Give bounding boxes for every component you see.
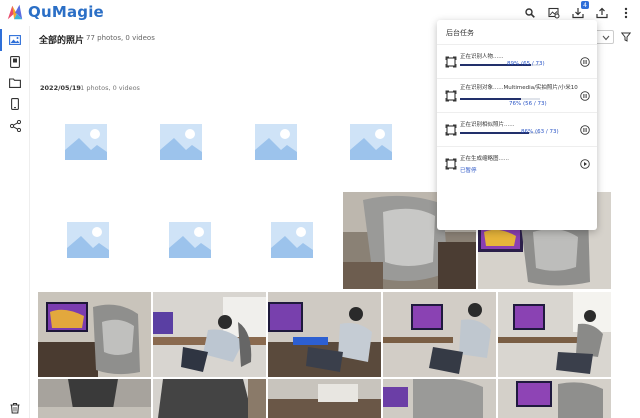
photo-thumbnail[interactable] [38, 379, 151, 418]
upload-icon [596, 7, 608, 19]
task-progress-bar [460, 98, 540, 100]
task-progress-text: 76% (56 / 73) [509, 101, 547, 107]
background-tasks-panel: 后台任务 正在识别人物...... 89% (65 / 73) 正在识别对象..… [437, 20, 597, 230]
image-placeholder-icon [350, 124, 392, 160]
photo-person-at-desk [268, 292, 381, 377]
more-icon [624, 7, 628, 19]
upload-button[interactable] [594, 5, 610, 21]
group-date: 2022/05/19 [40, 84, 81, 92]
sidebar-item-photos[interactable] [0, 29, 23, 51]
photo-person-sitting [383, 292, 496, 377]
app-logo[interactable]: QuMagie [6, 3, 104, 21]
task-name: 正在识别相似照片...... [460, 122, 515, 128]
task-count-badge: 4 [581, 1, 589, 9]
task-item: 正在识别相似照片...... 86% (63 / 73) [437, 112, 597, 146]
group-count: 21 photos, 0 videos [76, 84, 140, 92]
pause-icon[interactable] [580, 57, 590, 67]
filter-icon[interactable] [621, 32, 631, 42]
photo-placeholder[interactable] [67, 222, 109, 258]
photo-thumbnail[interactable] [153, 379, 266, 418]
task-item: 正在识别人物...... 89% (65 / 73) [437, 44, 597, 78]
photo-desk-corner [268, 379, 381, 418]
image-search-icon [548, 7, 560, 19]
task-name: 正在生成缩略图...... [460, 156, 509, 162]
task-progress-fill [460, 132, 529, 134]
task-item: 正在识别对象......Multimedia/实拍照片/小米104/芭蕉处理完毕… [437, 78, 597, 112]
panel-title: 后台任务 [446, 29, 474, 37]
more-button[interactable] [618, 5, 634, 21]
pause-icon[interactable] [580, 91, 590, 101]
image-placeholder-icon [160, 124, 202, 160]
photo-thumbnail[interactable] [38, 292, 151, 377]
image-placeholder-icon [255, 124, 297, 160]
sidebar-item-devices[interactable] [7, 96, 23, 112]
photo-thumbnail[interactable] [383, 292, 496, 377]
task-name: 正在识别对象......Multimedia/实拍照片/小米104/芭蕉处理完毕… [460, 85, 578, 91]
task-progress-text: 86% (63 / 73) [521, 129, 559, 135]
photo-thumbnail[interactable] [498, 379, 611, 418]
image-placeholder-icon [67, 222, 109, 258]
qumagie-app: QuMagie 4 全部的照片 77 photos, 0 videos 2022… [0, 0, 640, 418]
phone-icon [11, 98, 19, 110]
image-placeholder-icon [271, 222, 313, 258]
task-icon [445, 56, 457, 68]
trash-icon[interactable] [9, 402, 21, 414]
image-placeholder-icon [65, 124, 107, 160]
task-icon [445, 158, 457, 170]
photo-desk-setup [38, 292, 151, 377]
photo-placeholder[interactable] [271, 222, 313, 258]
image-search-button[interactable] [546, 5, 562, 21]
image-placeholder-icon [169, 222, 211, 258]
photo-placeholder[interactable] [350, 124, 392, 160]
search-icon [525, 8, 535, 18]
task-icon [445, 124, 457, 136]
search-button[interactable] [522, 5, 538, 21]
photo-chair-headrest [383, 379, 496, 418]
task-item: 正在生成缩略图...... 已暂停 [437, 146, 597, 180]
sidebar-item-folders[interactable] [7, 75, 23, 91]
photo-person-reclining [153, 292, 266, 377]
app-name: QuMagie [28, 3, 104, 21]
sidebar-item-shared[interactable] [7, 118, 23, 134]
photo-placeholder[interactable] [160, 124, 202, 160]
task-status: 已暂停 [460, 168, 477, 174]
photo-thumbnail[interactable] [268, 379, 381, 418]
photo-thumbnail[interactable] [498, 292, 611, 377]
photo-monitor-chair [498, 379, 611, 418]
photos-icon [9, 35, 21, 45]
photo-thumbnail[interactable] [268, 292, 381, 377]
photo-thumbnail[interactable] [153, 292, 266, 377]
background-tasks-button[interactable]: 4 [570, 1, 589, 21]
album-icon [10, 56, 20, 68]
task-progress-fill [460, 98, 521, 100]
photo-placeholder[interactable] [255, 124, 297, 160]
photo-placeholder[interactable] [65, 124, 107, 160]
photo-person-window [498, 292, 611, 377]
share-icon [9, 120, 21, 132]
photo-placeholder[interactable] [169, 222, 211, 258]
qumagie-logo-icon [7, 4, 23, 20]
photo-chair-base [38, 379, 151, 418]
page-title: 全部的照片 [39, 36, 85, 46]
chevron-down-icon [602, 35, 610, 41]
photo-thumbnail[interactable] [383, 379, 496, 418]
header-actions: 4 [522, 1, 634, 21]
task-icon [445, 90, 457, 102]
left-sidebar [0, 26, 30, 418]
folder-icon [9, 78, 21, 88]
pause-icon[interactable] [580, 125, 590, 135]
task-progress-text: 89% (65 / 73) [507, 61, 545, 67]
sidebar-item-albums[interactable] [7, 54, 23, 70]
photo-chair-back [153, 379, 266, 418]
play-icon[interactable] [580, 159, 590, 169]
photo-count: 77 photos, 0 videos [86, 34, 155, 42]
task-name: 正在识别人物...... [460, 54, 504, 60]
